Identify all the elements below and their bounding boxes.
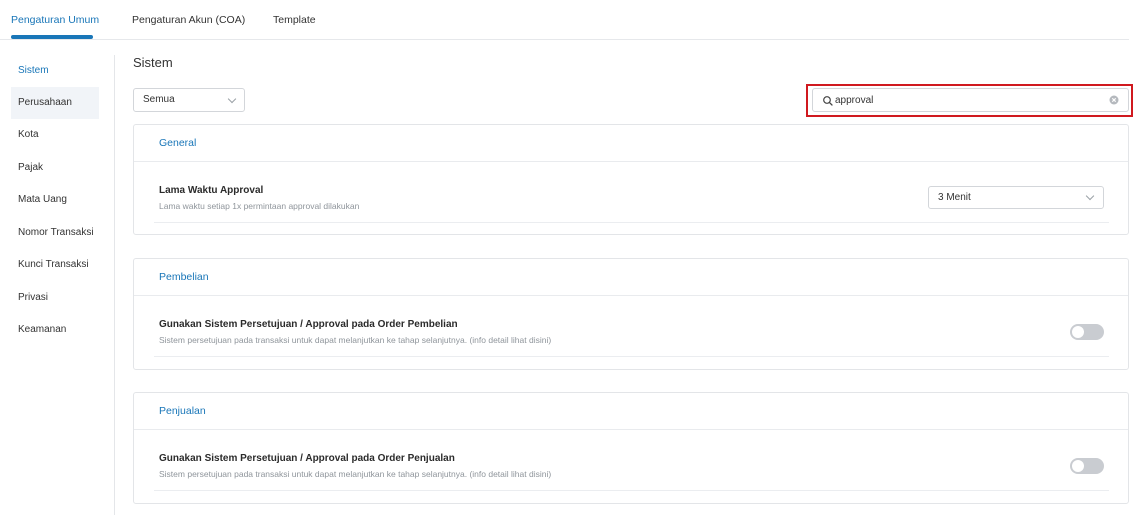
row-divider xyxy=(154,222,1109,223)
sidebar-divider xyxy=(114,55,115,515)
section-header: General xyxy=(134,125,1128,162)
section-header: Penjualan xyxy=(134,393,1128,430)
tab-pengaturan-umum[interactable]: Pengaturan Umum xyxy=(11,14,99,26)
section-title-penjualan: Penjualan xyxy=(159,405,206,417)
section-general: General Lama Waktu Approval Lama waktu s… xyxy=(133,124,1129,235)
setting-title-approval-order-pembelian: Gunakan Sistem Persetujuan / Approval pa… xyxy=(159,319,458,330)
toggle-knob xyxy=(1072,326,1084,338)
search-input[interactable] xyxy=(835,92,1105,108)
row-divider xyxy=(154,490,1109,491)
setting-description: Sistem persetujuan pada transaksi untuk … xyxy=(159,335,552,345)
setting-description: Sistem persetujuan pada transaksi untuk … xyxy=(159,469,552,479)
sidebar-item-perusahaan[interactable]: Perusahaan xyxy=(11,87,99,119)
sidebar-item-pajak[interactable]: Pajak xyxy=(11,152,99,184)
setting-title-approval-order-penjualan: Gunakan Sistem Persetujuan / Approval pa… xyxy=(159,453,455,464)
search-field[interactable] xyxy=(812,88,1129,112)
settings-sidebar: Sistem Perusahaan Kota Pajak Mata Uang N… xyxy=(11,55,99,346)
page-title: Sistem xyxy=(133,55,173,70)
section-title-pembelian: Pembelian xyxy=(159,271,209,283)
setting-description: Lama waktu setiap 1x permintaan approval… xyxy=(159,201,360,211)
category-filter-value: Semua xyxy=(143,94,175,105)
section-title-general: General xyxy=(159,137,197,149)
tab-template[interactable]: Template xyxy=(273,14,316,26)
approval-duration-select[interactable]: 3 Menit xyxy=(928,186,1104,209)
chevron-down-icon xyxy=(227,94,237,104)
toggle-knob xyxy=(1072,460,1084,472)
approval-duration-value: 3 Menit xyxy=(938,192,971,203)
setting-title-lama-waktu-approval: Lama Waktu Approval xyxy=(159,185,264,196)
tab-pengaturan-akun-coa[interactable]: Pengaturan Akun (COA) xyxy=(132,14,245,26)
section-pembelian: Pembelian Gunakan Sistem Persetujuan / A… xyxy=(133,258,1129,370)
active-tab-indicator xyxy=(11,35,93,39)
sidebar-item-privasi[interactable]: Privasi xyxy=(11,282,99,314)
row-divider xyxy=(154,356,1109,357)
approval-penjualan-toggle[interactable] xyxy=(1070,458,1104,474)
sidebar-item-mata-uang[interactable]: Mata Uang xyxy=(11,184,99,216)
top-tab-bar: Pengaturan Umum Pengaturan Akun (COA) Te… xyxy=(0,0,1129,40)
sidebar-item-sistem[interactable]: Sistem xyxy=(11,55,99,87)
category-filter-select[interactable]: Semua xyxy=(133,88,245,112)
sidebar-item-kota[interactable]: Kota xyxy=(11,119,99,151)
approval-pembelian-toggle[interactable] xyxy=(1070,324,1104,340)
chevron-down-icon xyxy=(1085,191,1095,201)
sidebar-item-keamanan[interactable]: Keamanan xyxy=(11,314,99,346)
section-penjualan: Penjualan Gunakan Sistem Persetujuan / A… xyxy=(133,392,1129,504)
section-header: Pembelian xyxy=(134,259,1128,296)
sidebar-item-kunci-transaksi[interactable]: Kunci Transaksi xyxy=(11,249,99,281)
search-icon xyxy=(823,96,833,106)
clear-icon[interactable] xyxy=(1109,95,1119,105)
sidebar-item-nomor-transaksi[interactable]: Nomor Transaksi xyxy=(11,217,99,249)
